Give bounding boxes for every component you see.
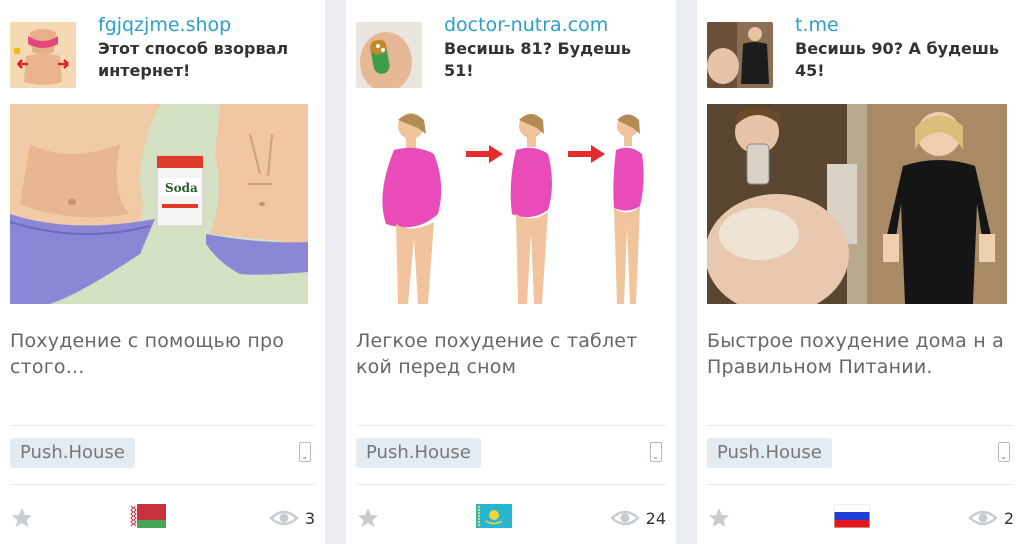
network-tag[interactable]: Push.House: [10, 438, 135, 468]
ad-thumbnail[interactable]: [707, 22, 773, 88]
divider: [10, 484, 315, 485]
ad-card[interactable]: doctor-nutra.com Весишь 81? Будешь 51! Л…: [346, 0, 676, 544]
ad-thumbnail[interactable]: [356, 22, 422, 88]
card-header: fgjqzjme.shop Этот способ взорвал интерн…: [10, 14, 315, 94]
ad-description[interactable]: Похудение с помощью про стого...: [10, 328, 315, 380]
card-header: doctor-nutra.com Весишь 81? Будешь 51!: [356, 14, 666, 94]
views-counter: 24: [609, 508, 666, 528]
views-count: 24: [645, 508, 666, 528]
views-counter: 2: [968, 508, 1014, 528]
ad-cards-grid: fgjqzjme.shop Этот способ взорвал интерн…: [0, 0, 1024, 544]
eye-icon: [269, 510, 299, 526]
ad-card[interactable]: fgjqzjme.shop Этот способ взорвал интерн…: [0, 0, 325, 544]
star-icon[interactable]: [707, 506, 731, 534]
ad-headline[interactable]: Весишь 90? А будешь 45!: [795, 38, 1014, 82]
divider: [10, 425, 315, 426]
ad-image[interactable]: [356, 104, 656, 304]
divider: [707, 484, 1014, 485]
views-count: 2: [1003, 508, 1014, 528]
eye-icon: [968, 510, 998, 526]
ad-thumbnail[interactable]: [10, 22, 76, 88]
russia-flag: [833, 503, 871, 529]
network-tag[interactable]: Push.House: [356, 438, 481, 468]
ad-image[interactable]: [707, 104, 1007, 304]
ad-description[interactable]: Легкое похудение с таблет кой перед сном: [356, 328, 666, 380]
ad-image[interactable]: Soda: [10, 104, 308, 304]
divider: [356, 425, 666, 426]
belarus-flag: [130, 504, 166, 528]
divider: [356, 484, 666, 485]
kazakhstan-flag: [476, 504, 512, 528]
eye-icon: [609, 510, 640, 526]
ad-domain-link[interactable]: t.me: [795, 14, 839, 36]
star-icon[interactable]: [356, 506, 380, 534]
ad-headline[interactable]: Весишь 81? Будешь 51!: [444, 38, 666, 82]
ad-domain-link[interactable]: doctor-nutra.com: [444, 14, 608, 36]
divider: [707, 425, 1014, 426]
mobile-phone-icon: [299, 442, 311, 462]
ad-description[interactable]: Быстрое похудение дома н а Правильном Пи…: [707, 328, 1014, 380]
mobile-phone-icon: [650, 442, 662, 462]
svg-text:Soda: Soda: [165, 181, 198, 195]
views-counter: 3: [269, 508, 315, 528]
ad-card[interactable]: t.me Весишь 90? А будешь 45! Быстрое пох…: [697, 0, 1024, 544]
ad-domain-link[interactable]: fgjqzjme.shop: [98, 14, 231, 36]
card-header: t.me Весишь 90? А будешь 45!: [707, 14, 1014, 94]
mobile-phone-icon: [998, 442, 1010, 462]
views-count: 3: [304, 508, 315, 528]
star-icon[interactable]: [10, 506, 34, 534]
network-tag[interactable]: Push.House: [707, 438, 832, 468]
ad-headline[interactable]: Этот способ взорвал интернет!: [98, 38, 315, 82]
